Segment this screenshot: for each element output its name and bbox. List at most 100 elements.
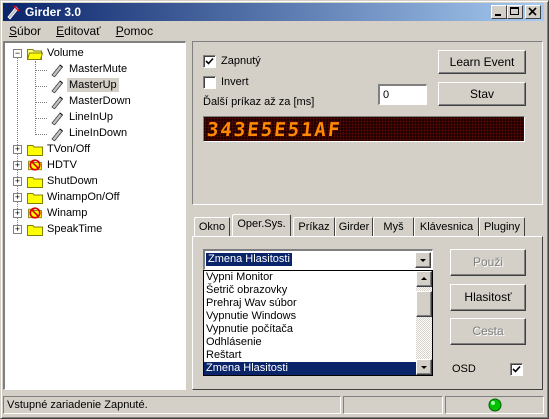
tree-label: Winamp [47,207,88,219]
delay-label: Ďalší príkaz až za [ms] [203,96,315,108]
remote-command-icon [51,96,64,109]
tree-item-masterup[interactable]: MasterUp [9,78,179,94]
led-code: 343E5E51AF [205,119,343,141]
menu-file[interactable]: Súbor [3,23,47,38]
tab-command[interactable]: Príkaz [293,217,335,236]
chevron-down-icon [420,259,426,262]
list-option[interactable]: Šetrič obrazovky [204,284,416,297]
invert-checkbox[interactable] [203,76,216,89]
tree-item-mastermute[interactable]: MasterMute [9,62,179,78]
tab-os[interactable]: Oper.Sys. [232,214,291,236]
scroll-up-button[interactable] [416,271,432,287]
tree-label: MasterMute [69,63,128,75]
tree-group-speaktime[interactable]: + SpeakTime [9,222,179,238]
list-option[interactable]: Zmena Hlasitosti [204,362,416,375]
list-option[interactable]: Prehraj Wav súbor [204,297,416,310]
maximize-button[interactable] [507,5,523,19]
invert-label: Invert [221,76,249,88]
expand-icon[interactable]: + [13,225,22,234]
menu-bar: Súbor Editovať Pomoc [3,23,159,41]
enabled-checkbox[interactable] [203,55,216,68]
scroll-down-button[interactable] [416,359,432,375]
tree-item-lineinup[interactable]: LineInUp [9,110,179,126]
status-button[interactable]: Stav [438,82,526,106]
tree-group-hdtv[interactable]: + HDTV [9,158,179,174]
folder-icon [27,225,43,236]
tree-label: Volume [47,47,84,59]
checkmark-icon [205,57,214,65]
remote-command-icon [51,64,64,77]
checkmark-icon [512,365,521,373]
tree-item-masterdown[interactable]: MasterDown [9,94,179,110]
minimize-button[interactable] [491,5,507,19]
tab-girder[interactable]: Girder [335,217,373,236]
list-scrollbar[interactable] [416,271,432,375]
tree-group-tvonoff[interactable]: + TVon/Off [9,142,179,158]
os-command-list[interactable]: Vypni Monitor Šetrič obrazovky Prehraj Wav… [203,270,433,376]
close-button[interactable] [525,5,541,19]
command-tree[interactable]: − Volume MasterMute MasterUp MasterDown … [3,41,186,390]
use-button[interactable]: Použi [450,249,526,276]
tree-label: MasterDown [69,95,131,107]
menu-help[interactable]: Pomoc [110,23,159,38]
tree-group-winamp[interactable]: + Winamp [9,206,179,222]
tree-group-shutdown[interactable]: + ShutDown [9,174,179,190]
tree-item-lineindown[interactable]: LineInDown [9,126,179,142]
folder-icon [27,193,43,204]
menu-edit[interactable]: Editovať [50,23,107,38]
combobox-dropdown-button[interactable] [415,252,431,268]
status-text: Vstupné zariadenie Zapnuté. [3,396,341,414]
list-option[interactable]: Vypnutie Windows [204,310,416,323]
tree-label: SpeakTime [47,223,103,235]
expand-icon[interactable]: + [13,193,22,202]
window-title: Girder 3.0 [25,5,82,19]
remote-command-icon [51,128,64,141]
delay-input[interactable]: 0 [378,84,427,105]
disabled-folder-icon [28,159,42,171]
tab-mouse[interactable]: Myš [373,217,414,236]
arrow-down-icon [421,366,427,369]
minimize-icon [495,14,501,16]
list-option[interactable]: Vypnutie počítača [204,323,416,336]
osd-checkbox[interactable] [510,363,523,376]
scroll-thumb[interactable] [416,291,432,317]
remote-command-icon [51,80,64,93]
expand-icon[interactable]: + [13,209,22,218]
tree-label-selected: MasterUp [67,78,119,92]
volume-button[interactable]: Hlasitosť [450,284,526,311]
tab-page-os: Zmena Hlasitosti Vypni Monitor Šetrič obr… [192,236,543,390]
led-display: 343E5E51AF [203,116,525,142]
osd-label: OSD [452,363,476,375]
remote-command-icon [51,112,64,125]
tree-label: HDTV [47,159,77,171]
list-option[interactable]: Odhlásenie [204,336,416,349]
status-panel-3 [445,396,544,414]
close-icon [528,7,537,16]
tree-node-root[interactable]: − Volume [9,46,179,62]
folder-icon [27,177,43,188]
expand-icon[interactable]: + [13,145,22,154]
open-folder-icon [27,49,43,60]
tab-keyboard[interactable]: Klávesnica [414,217,479,236]
maximize-icon [510,7,519,15]
tree-label: WinampOn/Off [47,191,120,203]
status-led-icon [488,398,502,412]
disabled-folder-icon [28,207,42,219]
path-button[interactable]: Cesta [450,318,526,345]
list-option[interactable]: Reštart [204,349,416,362]
expand-icon[interactable]: + [13,161,22,170]
arrow-up-icon [421,277,427,280]
collapse-icon[interactable]: − [13,49,22,58]
list-option[interactable]: Vypni Monitor [204,271,416,284]
combobox-value: Zmena Hlasitosti [205,252,293,267]
expand-icon[interactable]: + [13,177,22,186]
tab-plugins[interactable]: Pluginy [479,217,525,236]
os-command-combobox[interactable]: Zmena Hlasitosti [203,249,433,270]
title-bar[interactable]: Girder 3.0 [3,3,544,21]
tab-window[interactable]: Okno [194,217,230,236]
status-panel-2 [343,396,443,414]
tree-label: ShutDown [47,175,98,187]
learn-event-button[interactable]: Learn Event [438,50,526,74]
tree-label: LineInUp [69,111,114,123]
tree-group-winamponoff[interactable]: + WinampOn/Off [9,190,179,206]
